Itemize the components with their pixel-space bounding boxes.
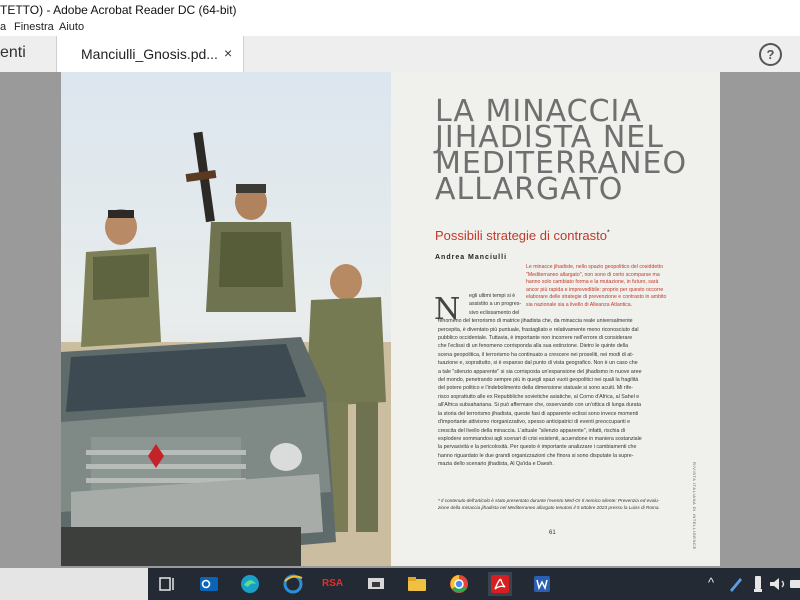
footnote-line: zione della minaccia jihadista nel Medit… xyxy=(438,505,660,511)
chrome-icon[interactable] xyxy=(447,572,471,596)
body-line: crescita del livello della minaccia. L'a… xyxy=(438,427,626,434)
menu-item-help[interactable]: Aiuto xyxy=(59,21,84,33)
body-line: risco soprattutto alle ex Repubbliche so… xyxy=(438,393,640,400)
menu-item-view[interactable]: a xyxy=(0,21,6,33)
body-line: la pervasività e la pericolosità. Per qu… xyxy=(438,444,637,451)
body-line: sivo eclissamento del xyxy=(469,309,520,316)
body-line: a tale "silenzio apparente" si sia corri… xyxy=(438,368,642,375)
body-line: hanno riguardato le due grandi organizza… xyxy=(438,452,634,459)
article-body: egli ultimi tempi si è assistito a un pr… xyxy=(438,292,700,469)
page-number: 61 xyxy=(549,530,556,536)
word-icon[interactable] xyxy=(530,572,554,596)
body-line: pubblico occidentale. Tuttavia, è import… xyxy=(438,335,633,342)
internet-explorer-icon[interactable] xyxy=(281,572,305,596)
footnote-line: * Il contenuto dell'articolo è stato pre… xyxy=(438,498,660,503)
word-tile xyxy=(534,576,550,592)
body-line: tuazione e, soprattutto, si è espanso da… xyxy=(438,360,638,367)
outlook-icon[interactable] xyxy=(197,572,221,596)
help-icon[interactable]: ? xyxy=(759,43,782,66)
body-line: che l'eclissi di un fenomeno corrisponda… xyxy=(438,343,629,350)
acrobat-tile xyxy=(491,575,509,593)
journal-side-label: RIVISTA ITALIANA DI INTELLIGENCE xyxy=(692,462,697,550)
body-line: egli ultimi tempi si è xyxy=(469,293,516,299)
pen-icon[interactable] xyxy=(724,572,748,596)
task-view-icon[interactable] xyxy=(155,572,179,596)
body-line: scena geopolitica, il terrorismo ha cont… xyxy=(438,351,634,358)
menu-bar: a Finestra Aiuto xyxy=(0,19,800,36)
edge-icon[interactable] xyxy=(238,572,262,596)
body-line: del potere politico e l'indebolimento de… xyxy=(438,385,634,392)
acrobat-reader-icon[interactable] xyxy=(488,572,512,596)
body-line: assistito a un progres- xyxy=(469,301,522,308)
tray-overflow-chevron[interactable]: ^ xyxy=(708,575,714,590)
abstract-line: "Mediterraneo allargato", non sono di ce… xyxy=(526,271,660,278)
window-titlebar: TETTO) - Adobe Acrobat Reader DC (64-bit… xyxy=(0,0,800,19)
article-author: Andrea Manciulli xyxy=(435,254,508,261)
menu-item-window[interactable]: Finestra xyxy=(14,21,54,33)
article-photo xyxy=(61,72,391,566)
subtitle-text: Possibili strategie di contrasto xyxy=(435,228,607,243)
article-subtitle: Possibili strategie di contrasto* xyxy=(435,228,610,243)
abstract-line: Le minacce jihadiste, nello spazio geopo… xyxy=(526,264,663,270)
rsa-app-icon[interactable]: RSA xyxy=(320,572,344,596)
tab-document-label: Manciulli_Gnosis.pd... xyxy=(81,46,218,62)
body-line: del mondo, penetrando sempre più in queg… xyxy=(438,377,639,384)
network-icon[interactable] xyxy=(784,572,800,596)
body-line: la storia del terrorismo jihadista, ques… xyxy=(438,410,639,417)
photo-illustration xyxy=(61,72,391,566)
abstract-line: hanno solo cambiato forma e la mutazione… xyxy=(526,279,659,286)
tab-bar: enti Manciulli_Gnosis.pd... × xyxy=(0,36,800,73)
body-line: percepita, è diventato più puntuale, fra… xyxy=(438,326,639,333)
body-line: fenomeno del terrorismo di matrice jihad… xyxy=(438,318,633,325)
network-drive-icon[interactable] xyxy=(364,572,388,596)
close-tab-icon[interactable]: × xyxy=(224,45,232,61)
body-line: d'importante attivismo riorganizzativo, … xyxy=(438,419,631,426)
file-explorer-icon[interactable] xyxy=(405,572,429,596)
rsa-label: RSA xyxy=(322,578,344,589)
body-line: esplodere sommandosi agli scenari di cri… xyxy=(438,435,642,442)
window-title: TETTO) - Adobe Acrobat Reader DC (64-bit… xyxy=(0,3,237,17)
body-line: all'Africa subsahariana. Si può affermar… xyxy=(438,402,642,409)
footnote-mark: * xyxy=(606,229,610,237)
tab-document[interactable]: Manciulli_Gnosis.pd... × xyxy=(56,36,244,72)
article-footnote: * Il contenuto dell'articolo è stato pre… xyxy=(438,497,700,512)
tab-tools[interactable]: enti xyxy=(0,44,26,62)
article-title: LA MINACCIA JIHADISTA NEL MEDITERRANEO A… xyxy=(435,97,705,205)
status-strip xyxy=(0,568,148,600)
body-line: mazia dello scenario jihadista, Al Qa'id… xyxy=(438,461,554,468)
